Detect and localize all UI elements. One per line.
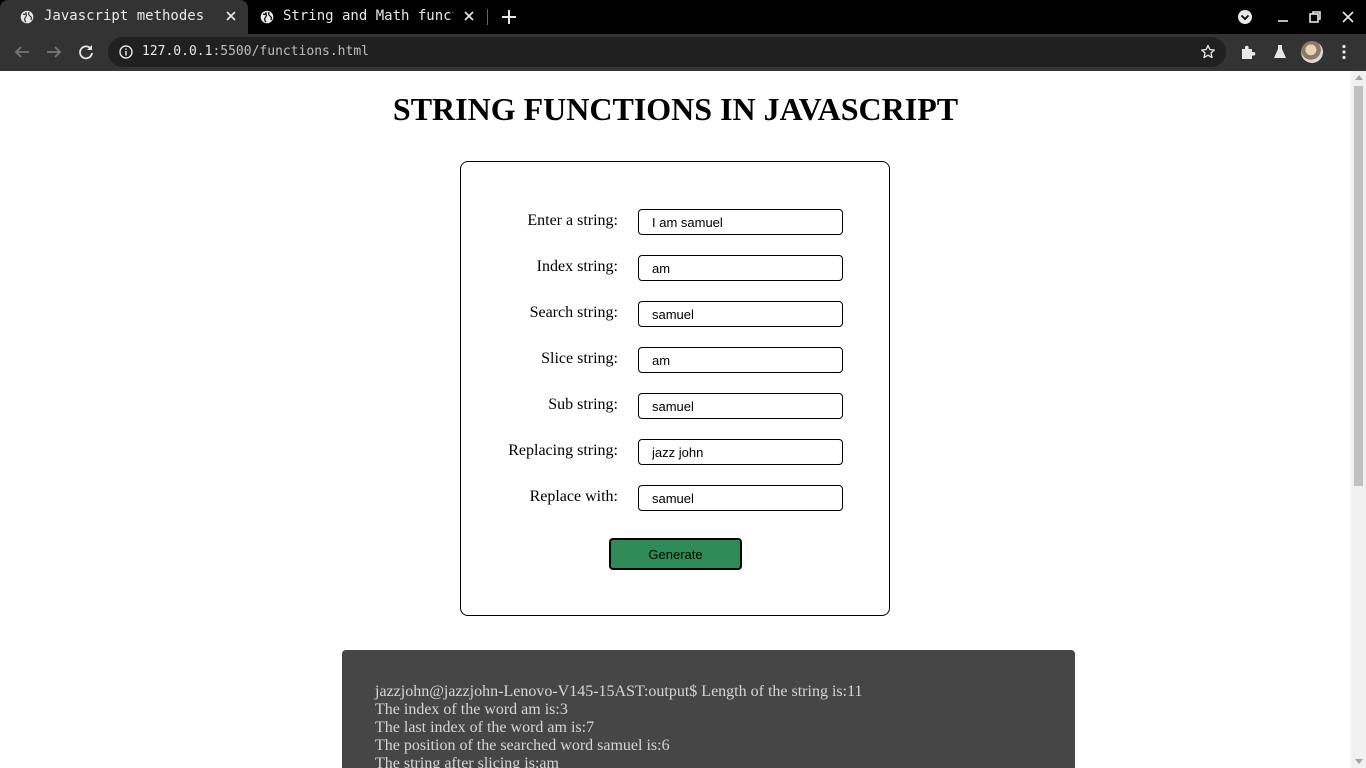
scroll-up-arrow-icon[interactable]	[1355, 75, 1363, 80]
output-line: jazzjohn@jazzjohn-Lenovo-V145-15AST:outp…	[375, 683, 863, 700]
tab-title: String and Math functio	[283, 8, 453, 24]
info-icon[interactable]	[119, 45, 133, 59]
index-string-input[interactable]	[638, 255, 843, 281]
tab-string-and-math[interactable]: String and Math functio	[250, 0, 486, 34]
sub-string-input[interactable]	[638, 393, 843, 419]
enter-string-label: Enter a string:	[527, 212, 618, 229]
sub-string-label: Sub string:	[548, 396, 618, 413]
window-close-icon[interactable]	[1340, 9, 1356, 25]
reload-icon[interactable]	[77, 43, 95, 61]
form-row-sub-string: Sub string:	[461, 393, 891, 419]
output-panel: jazzjohn@jazzjohn-Lenovo-V145-15AST:outp…	[342, 650, 1075, 768]
page-title: STRING FUNCTIONS IN JAVASCRIPT	[392, 91, 959, 127]
scrollbar-thumb[interactable]	[1354, 86, 1363, 486]
extensions-puzzle-icon[interactable]	[1239, 43, 1257, 61]
generate-button[interactable]: Generate	[609, 538, 742, 570]
form-row-replace-with: Replace with:	[461, 485, 891, 511]
output-line: The position of the searched word samuel…	[375, 737, 670, 754]
scroll-down-arrow-icon[interactable]	[1355, 759, 1363, 764]
search-string-input[interactable]	[638, 301, 843, 327]
tab-title: Javascript methodes	[44, 8, 205, 24]
back-icon[interactable]	[13, 43, 31, 61]
new-tab-icon[interactable]	[500, 8, 518, 26]
form-row-index-string: Index string:	[461, 255, 891, 281]
tab-separator	[487, 9, 488, 25]
restore-icon[interactable]	[1307, 9, 1323, 25]
profile-avatar[interactable]	[1301, 41, 1323, 63]
form-row-search-string: Search string:	[461, 301, 891, 327]
output-line: The last index of the word am is:7	[375, 719, 595, 736]
tab-javascript-methodes[interactable]: Javascript methodes	[0, 0, 248, 34]
enter-string-input[interactable]	[638, 209, 843, 235]
replace-with-input[interactable]	[638, 485, 843, 511]
replacing-string-label: Replacing string:	[508, 442, 618, 459]
string-form: Enter a string: Index string: Search str…	[460, 161, 890, 616]
search-string-label: Search string:	[529, 304, 618, 321]
url-path: :5500/functions.html	[212, 44, 369, 59]
form-row-slice-string: Slice string:	[461, 347, 891, 373]
output-line: The index of the word am is:3	[375, 701, 568, 718]
close-icon[interactable]	[224, 9, 238, 23]
index-string-label: Index string:	[536, 258, 618, 275]
output-line: The string after slicing is:am	[375, 755, 559, 768]
page-scrollbar[interactable]	[1351, 71, 1366, 768]
slice-string-input[interactable]	[638, 347, 843, 373]
page-viewport: STRING FUNCTIONS IN JAVASCRIPT Enter a s…	[0, 71, 1351, 768]
slice-string-label: Slice string:	[541, 350, 618, 367]
bookmark-star-icon[interactable]	[1200, 44, 1216, 60]
url-text: 127.0.0.1:5500/functions.html	[142, 44, 369, 59]
form-row-enter-string: Enter a string:	[461, 209, 891, 235]
output-lines: jazzjohn@jazzjohn-Lenovo-V145-15AST:outp…	[375, 683, 862, 768]
minimize-icon[interactable]	[1275, 9, 1291, 25]
labs-flask-icon[interactable]	[1271, 43, 1289, 61]
forward-icon[interactable]	[45, 43, 63, 61]
globe-icon	[260, 10, 274, 24]
menu-dots-icon[interactable]	[1335, 43, 1353, 61]
tab-strip: Javascript methodes String and Math func…	[0, 0, 1366, 34]
url-host: 127.0.0.1	[142, 44, 213, 59]
replace-with-label: Replace with:	[529, 488, 618, 505]
close-icon[interactable]	[462, 9, 476, 23]
form-row-replacing-string: Replacing string:	[461, 439, 891, 465]
browser-toolbar: 127.0.0.1:5500/functions.html	[0, 34, 1366, 71]
tab-search-icon[interactable]	[1237, 9, 1253, 25]
globe-icon	[20, 10, 34, 24]
address-bar[interactable]: 127.0.0.1:5500/functions.html	[108, 37, 1226, 67]
replacing-string-input[interactable]	[638, 439, 843, 465]
